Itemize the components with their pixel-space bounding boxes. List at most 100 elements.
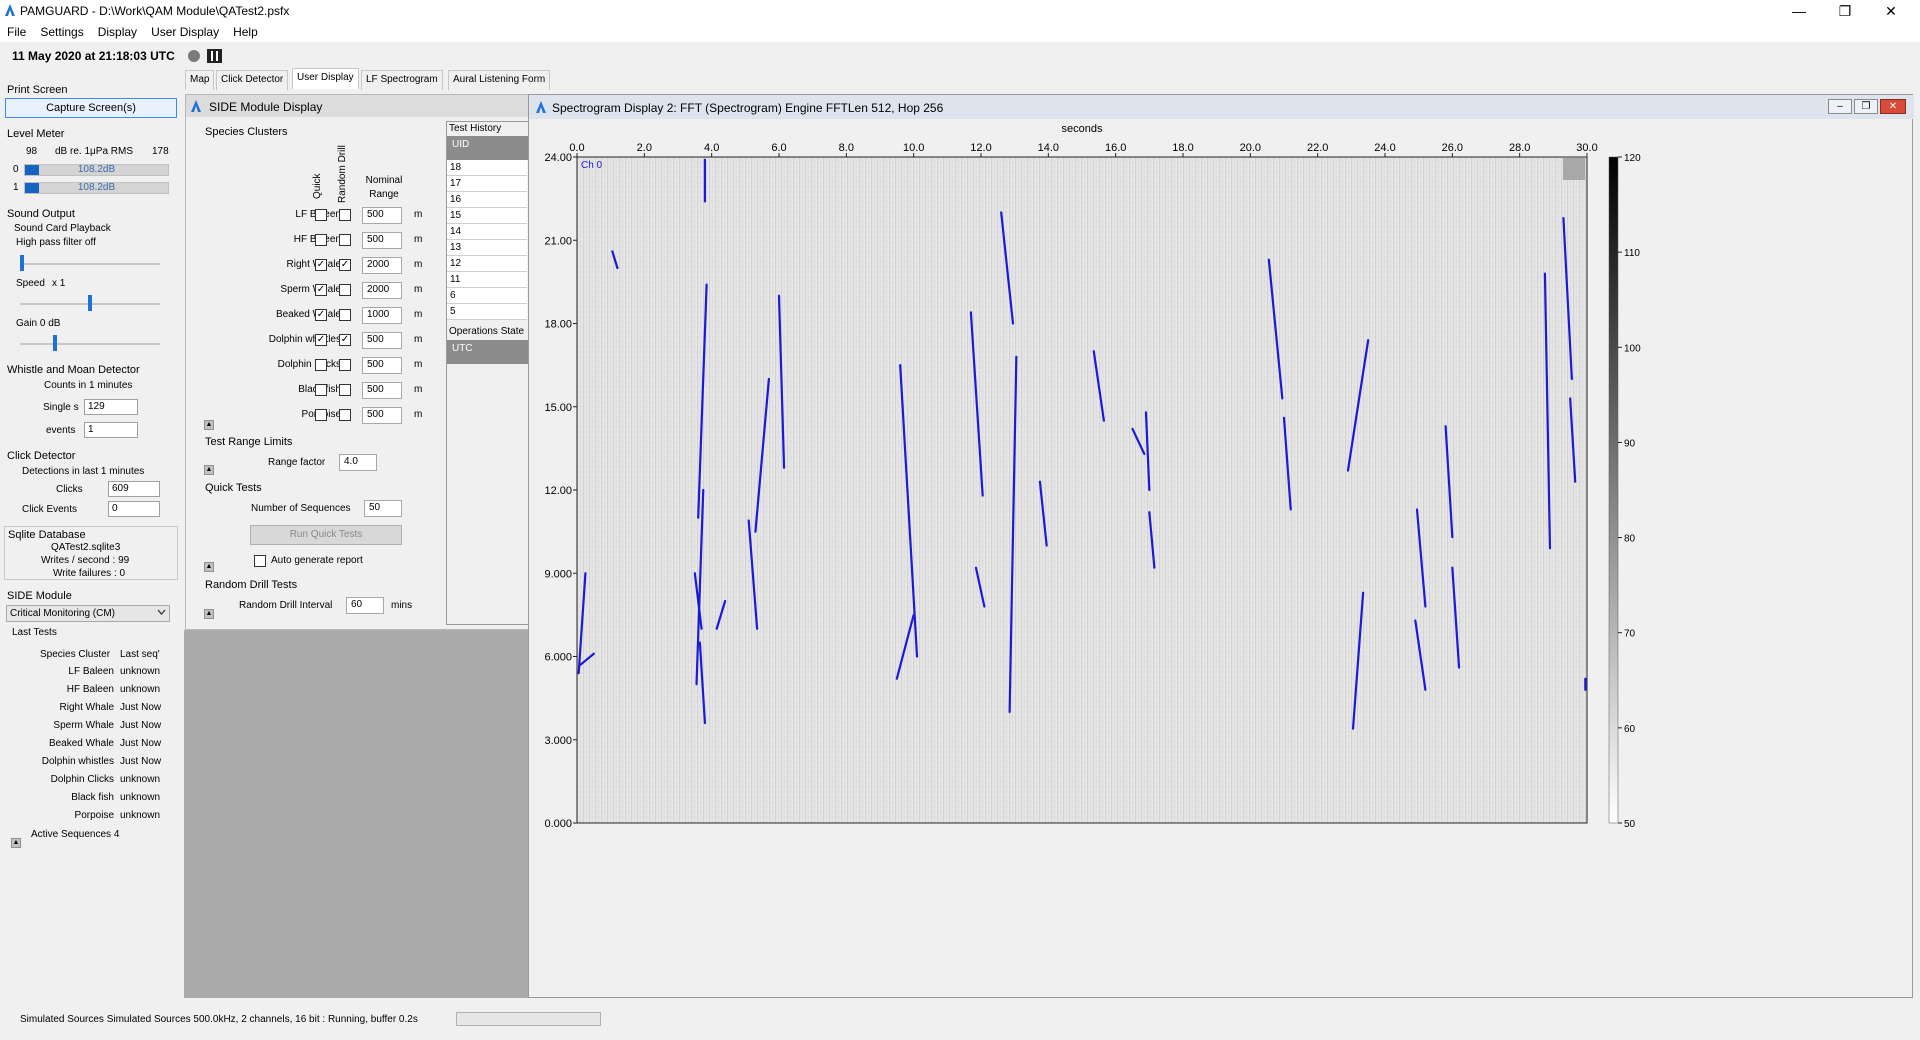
close-button[interactable]: ✕ [1868, 0, 1914, 22]
high-pass-slider-thumb[interactable] [20, 255, 24, 271]
history-row[interactable]: 6 [447, 288, 527, 304]
col-quick-header: Quick [312, 173, 323, 199]
col-random-header: Random Drill [337, 145, 348, 203]
random-drill-checkbox[interactable] [339, 409, 351, 421]
y-tick-label: 9.000 [544, 568, 572, 580]
colorbar-tick-label: 60 [1624, 724, 1636, 735]
nominal-range-input[interactable]: 500 [362, 232, 402, 249]
side-mode-select[interactable]: Critical Monitoring (CM) [6, 605, 170, 622]
gain-slider-thumb[interactable] [53, 335, 57, 351]
quick-checkbox[interactable] [315, 359, 327, 371]
history-row[interactable]: 13 [447, 240, 527, 256]
last-test-name: LF Baleen [68, 666, 114, 677]
colorbar-tick-label: 70 [1624, 629, 1636, 640]
random-drill-checkbox[interactable]: ✓ [339, 334, 351, 346]
tab-user-display[interactable]: User Display [292, 68, 359, 89]
maximize-button[interactable]: ❐ [1822, 0, 1868, 22]
history-row[interactable]: 14 [447, 224, 527, 240]
restore-icon[interactable]: ❐ [1854, 99, 1878, 114]
tab-aural-listening-form[interactable]: Aural Listening Form [448, 70, 551, 90]
gain-slider-track[interactable] [20, 343, 160, 345]
level-channel-label: 0 [13, 164, 19, 175]
tab-lf-spectrogram[interactable]: LF Spectrogram [361, 70, 443, 90]
minimize-button[interactable]: — [1776, 0, 1822, 22]
history-row[interactable]: 17 [447, 176, 527, 192]
random-drill-checkbox[interactable] [339, 209, 351, 221]
high-pass-slider-track[interactable] [20, 263, 160, 265]
random-drill-checkbox[interactable] [339, 234, 351, 246]
random-drill-checkbox[interactable] [339, 284, 351, 296]
random-drill-checkbox[interactable] [339, 309, 351, 321]
nominal-range-input[interactable]: 500 [362, 407, 402, 424]
last-test-name: Right Whale [59, 702, 114, 713]
nominal-range-input[interactable]: 500 [362, 332, 402, 349]
menu-file[interactable]: File [0, 22, 33, 42]
random-drill-checkbox[interactable] [339, 359, 351, 371]
menu-settings[interactable]: Settings [33, 22, 90, 42]
counts-in-label: Counts in 1 minutes [44, 380, 133, 391]
species-name: Dolphin Clicks [277, 359, 341, 370]
quick-checkbox[interactable] [315, 384, 327, 396]
single-s-value: 129 [84, 399, 138, 415]
sound-output-title: Sound Output [7, 208, 75, 220]
unit-m: m [414, 334, 423, 345]
high-pass-label: High pass filter off [16, 237, 96, 248]
collapse-up-icon[interactable]: ▲ [11, 838, 21, 848]
number-of-sequences-input[interactable]: 50 [364, 500, 402, 517]
pause-button[interactable] [207, 49, 222, 63]
close-icon[interactable]: ✕ [1880, 99, 1906, 114]
quick-checkbox[interactable] [315, 234, 327, 246]
run-quick-tests-button[interactable]: Run Quick Tests [250, 525, 402, 545]
quick-checkbox[interactable]: ✓ [315, 334, 327, 346]
nominal-range-input[interactable]: 1000 [362, 307, 402, 324]
menu-help[interactable]: Help [226, 22, 265, 42]
speed-slider-thumb[interactable] [88, 295, 92, 311]
random-drill-checkbox[interactable] [339, 384, 351, 396]
quick-checkbox[interactable]: ✓ [315, 259, 327, 271]
history-row[interactable]: 15 [447, 208, 527, 224]
quick-checkbox[interactable]: ✓ [315, 284, 327, 296]
history-header-uid[interactable]: UID [447, 136, 529, 160]
random-drill-interval-input[interactable]: 60 [346, 597, 384, 614]
tab-click-detector[interactable]: Click Detector [216, 70, 289, 90]
x-tick-label: 10.0 [903, 142, 924, 154]
nominal-range-input[interactable]: 500 [362, 357, 402, 374]
species-name: Beaked Whale [275, 309, 341, 320]
nominal-range-input[interactable]: 500 [362, 382, 402, 399]
history-row[interactable]: 16 [447, 192, 527, 208]
history-row[interactable]: 12 [447, 256, 527, 272]
pause-icon [207, 49, 222, 63]
nominal-range-input[interactable]: 2000 [362, 282, 402, 299]
level-max: 178 [152, 146, 169, 157]
app-logo-icon [190, 99, 202, 116]
x-tick-label: 30.0 [1576, 142, 1597, 154]
single-s-label: Single s [43, 402, 79, 413]
history-row[interactable]: 11 [447, 272, 527, 288]
collapse-up-icon[interactable]: ▲ [204, 465, 214, 475]
record-button[interactable] [188, 50, 200, 62]
quick-checkbox[interactable]: ✓ [315, 309, 327, 321]
x-tick-label: 8.0 [839, 142, 854, 154]
nominal-range-input[interactable]: 500 [362, 207, 402, 224]
minimize-icon[interactable]: – [1828, 99, 1852, 114]
range-factor-input[interactable]: 4.0 [339, 454, 377, 471]
quick-checkbox[interactable] [315, 409, 327, 421]
nominal-range-input[interactable]: 2000 [362, 257, 402, 274]
capture-screen-button[interactable]: Capture Screen(s) [5, 98, 177, 118]
random-drill-checkbox[interactable]: ✓ [339, 259, 351, 271]
x-tick-label: 6.0 [771, 142, 786, 154]
number-of-sequences-label: Number of Sequences [251, 503, 351, 514]
y-tick-label: 12.00 [544, 485, 572, 497]
history-row[interactable]: 18 [447, 160, 527, 176]
collapse-up-icon[interactable]: ▲ [204, 420, 214, 430]
unit-m: m [414, 409, 423, 420]
menu-user-display[interactable]: User Display [144, 22, 226, 42]
collapse-up-icon[interactable]: ▲ [204, 609, 214, 619]
tab-map[interactable]: Map [185, 70, 215, 90]
ops-header-utc[interactable]: UTC [447, 340, 529, 364]
menu-display[interactable]: Display [91, 22, 144, 42]
quick-checkbox[interactable] [315, 209, 327, 221]
collapse-up-icon[interactable]: ▲ [204, 562, 214, 572]
auto-generate-checkbox[interactable] [254, 555, 266, 567]
history-row[interactable]: 5 [447, 304, 527, 320]
